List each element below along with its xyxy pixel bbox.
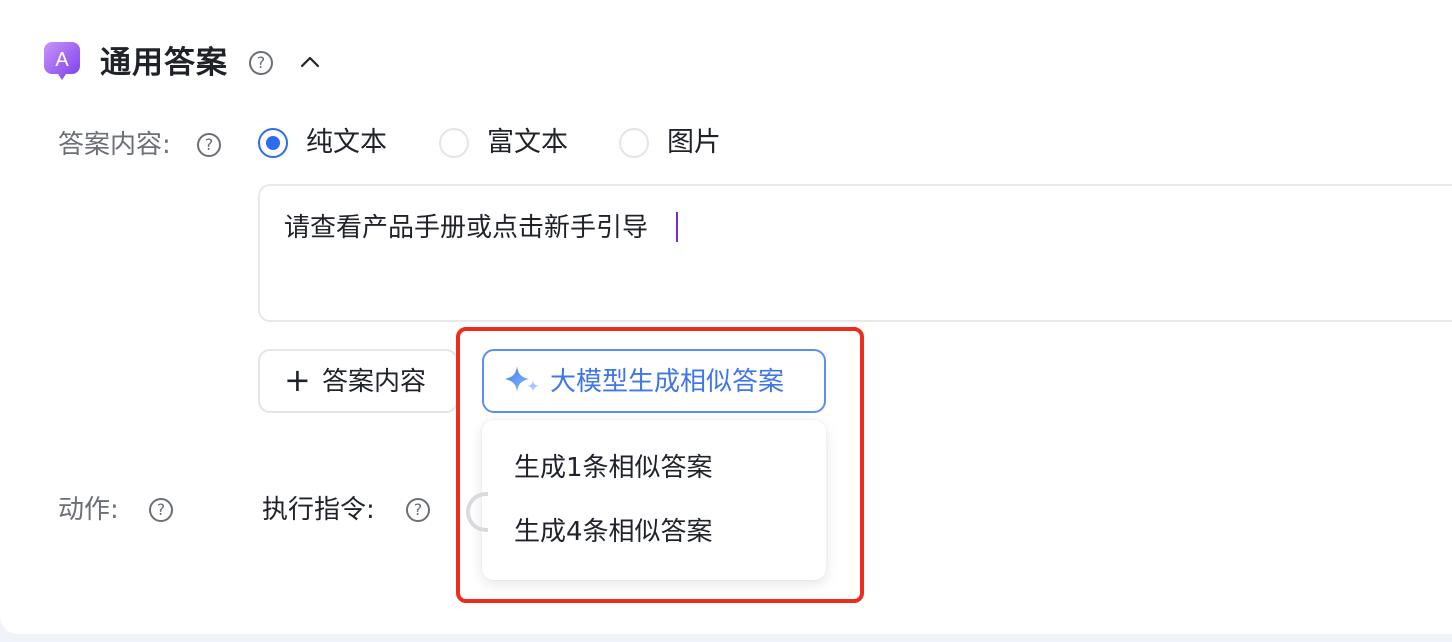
text-caret xyxy=(676,212,678,242)
execute-command-help-icon[interactable]: ? xyxy=(406,498,430,522)
action-help-icon[interactable]: ? xyxy=(149,498,173,522)
radio-plain-text[interactable] xyxy=(258,128,288,158)
action-label: 动作: xyxy=(58,495,119,525)
add-answer-button-label: 答案内容 xyxy=(322,367,427,397)
highlight-box xyxy=(456,327,864,603)
execute-command-label: 执行指令: xyxy=(262,495,375,525)
plus-icon: + xyxy=(284,361,311,399)
answer-text-value: 请查看产品手册或点击新手引导 xyxy=(284,213,649,243)
answer-content-help-icon[interactable]: ? xyxy=(197,133,221,157)
radio-rich-text[interactable] xyxy=(439,128,469,158)
radio-plain-text-label[interactable]: 纯文本 xyxy=(306,126,387,160)
radio-image[interactable] xyxy=(619,128,649,158)
svg-text:A: A xyxy=(55,49,69,71)
section-title: 通用答案 xyxy=(100,45,228,81)
title-help-icon[interactable]: ? xyxy=(249,51,273,75)
radio-rich-text-label[interactable]: 富文本 xyxy=(487,126,568,160)
chevron-up-icon[interactable] xyxy=(298,52,322,72)
app-logo-icon: A xyxy=(44,42,80,80)
answer-text-input[interactable] xyxy=(258,184,1452,322)
answer-content-label: 答案内容: xyxy=(58,130,171,160)
radio-image-label[interactable]: 图片 xyxy=(667,126,721,160)
answer-card: A 通用答案 ? 答案内容: ? 纯文本 富文本 图片 请查看产品手册或点击新手… xyxy=(0,0,1452,634)
